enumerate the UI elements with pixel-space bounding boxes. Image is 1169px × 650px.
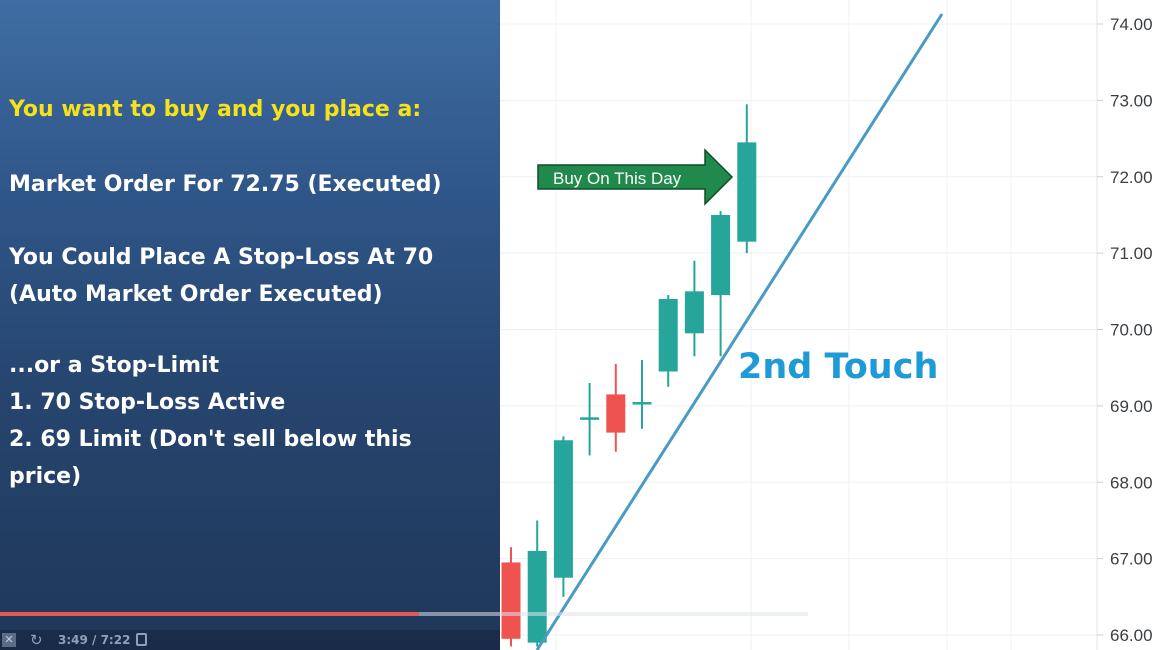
close-icon[interactable]: ✕: [2, 633, 16, 647]
lesson-headline: You want to buy and you place a:: [9, 97, 422, 122]
candle-body-1: [527, 550, 547, 643]
price-axis: 74.00 73.00 72.00 71.00 70.00 69.00 68.00 67.00…: [1097, 15, 1153, 645]
price-tick-label-6: 68.00: [1110, 473, 1153, 492]
lesson-line-stop-limit: ...or a Stop-Limit: [9, 353, 220, 378]
candle-body-6: [658, 298, 678, 372]
candle-body-2: [553, 440, 573, 578]
video-progress-fill: [0, 612, 420, 616]
candle-body-9: [737, 142, 757, 242]
candle-body-8: [711, 214, 731, 296]
video-time: 3:49 / 7:22: [58, 633, 131, 647]
candle-body-7: [684, 291, 704, 334]
price-tick-label-7: 67.00: [1110, 550, 1153, 569]
lesson-line-step-2-cont: price): [9, 464, 82, 489]
buy-arrow: Buy On This Day: [537, 148, 734, 206]
price-tick-label-3: 71.00: [1110, 244, 1153, 263]
price-tick-label-5: 69.00: [1110, 397, 1153, 416]
price-tick-label-4: 70.00: [1110, 321, 1153, 340]
candle-body-5: [632, 402, 652, 405]
trendline: [535, 13, 944, 650]
price-tick-label-2: 72.00: [1110, 168, 1153, 187]
chart-gridlines: [500, 0, 1097, 650]
lesson-line-market-order: Market Order For 72.75 (Executed): [9, 172, 442, 197]
lesson-line-auto-market: (Auto Market Order Executed): [9, 282, 383, 307]
notes-icon[interactable]: [136, 633, 147, 646]
replay-icon[interactable]: ↻: [30, 631, 43, 649]
lesson-line-stop-loss: You Could Place A Stop-Loss At 70: [9, 245, 434, 270]
candle-body-0: [501, 562, 521, 639]
lesson-line-step-2: 2. 69 Limit (Don't sell below this: [9, 427, 412, 452]
video-progress-track[interactable]: [0, 612, 808, 616]
candle-body-3: [580, 417, 600, 420]
second-touch-label: 2nd Touch: [738, 347, 938, 387]
candle-body-4: [606, 394, 626, 433]
price-tick-label-0: 74.00: [1110, 15, 1153, 34]
lesson-line-step-1: 1. 70 Stop-Loss Active: [9, 390, 286, 415]
candlestick-chart: 74.00 73.00 72.00 71.00 70.00 69.00 68.00 67.00…: [500, 0, 1153, 650]
lesson-text-panel: You want to buy and you place a: Market …: [0, 0, 500, 650]
buy-arrow-label: Buy On This Day: [553, 169, 682, 188]
price-tick-label-8: 66.00: [1110, 626, 1153, 645]
price-tick-label-1: 73.00: [1110, 91, 1153, 110]
